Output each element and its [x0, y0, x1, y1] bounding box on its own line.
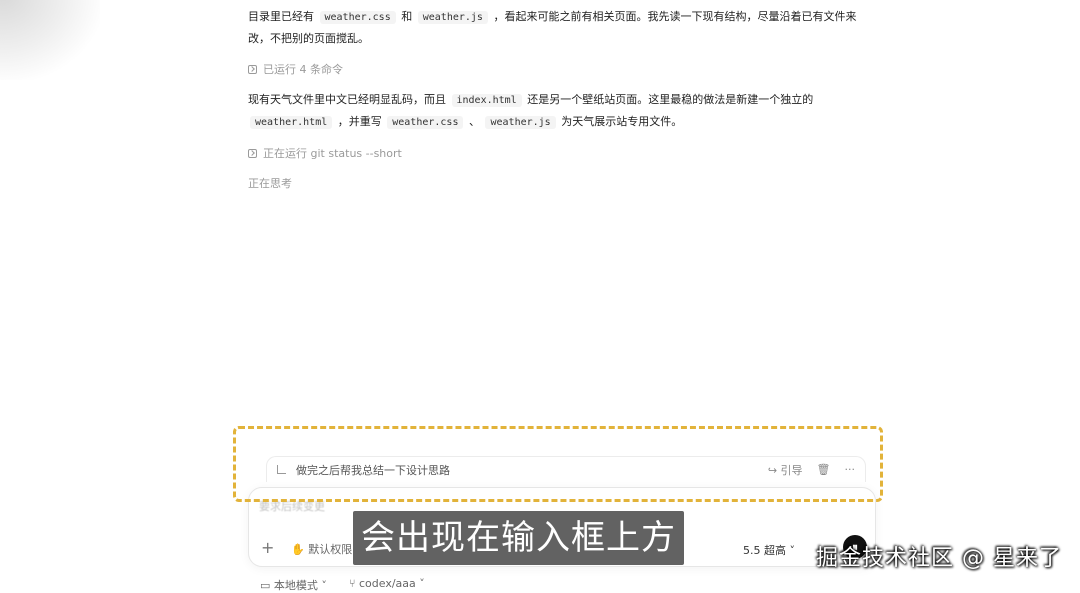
video-subtitle: 会出现在输入框上方 [353, 511, 684, 565]
assistant-message-1: 目录里已经有 weather.css 和 weather.js ，看起来可能之前… [248, 6, 868, 49]
inline-code: weather.css [387, 116, 464, 129]
commands-ran-toggle[interactable]: 已运行 4 条命令 [248, 59, 868, 79]
assistant-message-2: 现有天气文件里中文已经明显乱码，而且 index.html 还是另一个壁纸站页面… [248, 89, 868, 133]
message-text: 目录里已经有 [248, 10, 314, 23]
thinking-status: 正在思考 [248, 177, 292, 190]
chat-transcript: 目录里已经有 weather.css 和 weather.js ，看起来可能之前… [248, 6, 868, 191]
permission-select[interactable]: ✋ 默认权限 [291, 541, 352, 557]
command-running-toggle[interactable]: 正在运行 git status --short [248, 143, 868, 163]
inline-code: weather.css [319, 11, 396, 24]
corner-decoration [0, 0, 100, 80]
message-text: 现有天气文件里中文已经明显乱码，而且 [248, 93, 446, 106]
add-attachment-button[interactable]: + [261, 538, 274, 557]
composer-footer: ▭ 本地模式 ˅ ⑂ codex/aaa ˅ [260, 577, 425, 593]
model-select[interactable]: 5.5 超高 ˅ [743, 542, 795, 558]
commands-ran-label: 已运行 4 条命令 [263, 63, 343, 76]
inline-code: weather.js [485, 116, 556, 129]
inline-code: weather.html [250, 116, 333, 129]
message-text: 、 [468, 115, 480, 128]
inline-code: weather.js [417, 11, 488, 24]
mode-select[interactable]: ▭ 本地模式 ˅ [260, 577, 327, 593]
terminal-icon [248, 64, 257, 74]
inline-code: index.html [451, 94, 522, 107]
watermark: 掘金技术社区 @ 星来了 [816, 546, 1062, 571]
message-text: 和 [401, 10, 413, 23]
highlight-annotation [233, 426, 883, 502]
message-text: 为天气展示站专用文件。 [561, 115, 683, 128]
terminal-icon [248, 148, 257, 158]
message-text: ，并重写 [337, 115, 382, 128]
message-text: 还是另一个壁纸站页面。这里最稳的做法是新建一个独立的 [527, 93, 814, 106]
command-running-label: 正在运行 git status --short [263, 147, 402, 160]
branch-select[interactable]: ⑂ codex/aaa ˅ [349, 577, 425, 593]
